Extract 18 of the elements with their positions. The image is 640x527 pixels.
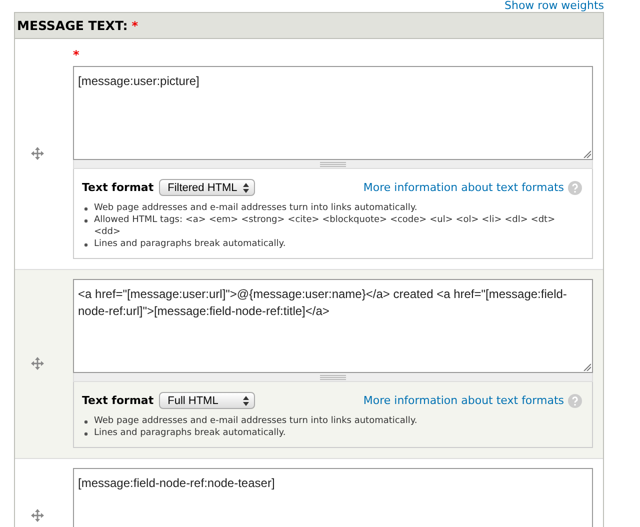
format-tip: Web page addresses and e-mail addresses turn into links automatically. xyxy=(94,202,418,214)
text-format-select[interactable]: Filtered HTML xyxy=(158,179,255,196)
format-tip: Lines and paragraphs break automatically. xyxy=(94,427,286,439)
format-tip: Web page addresses and e-mail addresses turn into links automatically. xyxy=(94,415,418,427)
text-formats-link[interactable]: More information about text formats xyxy=(363,180,582,194)
field-label: MESSAGE TEXT: xyxy=(17,18,128,33)
message-textarea[interactable]: <a href="[message:user:url]">@{message:user:name}</a> created <a href="[message:field-node-ref:url]">[message:field-node-ref:title]</a> xyxy=(73,279,593,373)
required-mark: * xyxy=(132,18,138,32)
text-formats-link[interactable]: More information about text formats xyxy=(363,394,582,408)
format-tip: Lines and paragraphs break automatically. xyxy=(94,238,286,250)
required-mark: * xyxy=(73,48,80,62)
show-row-weights-link[interactable]: Show row weights xyxy=(504,0,604,12)
text-format-label: Text format xyxy=(82,181,154,194)
message-textarea[interactable]: [message:user:picture] xyxy=(73,66,593,160)
text-format-select[interactable]: Full HTML xyxy=(158,392,255,409)
message-textarea[interactable]: [message:field-node-ref:node-teaser] xyxy=(73,468,593,527)
format-tip: Allowed HTML tags: <a> <em> <strong> <cite> <blockquote> <code> <ul> <ol> <li> <dl> <dt> <dd> xyxy=(94,214,556,238)
text-format-label: Text format xyxy=(82,394,154,407)
